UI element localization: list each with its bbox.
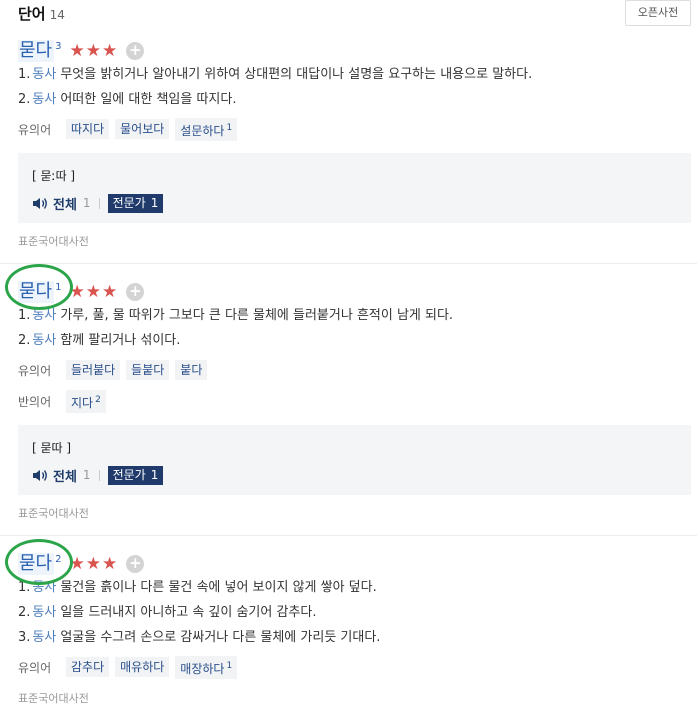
- antonym-link[interactable]: 지다 2: [66, 389, 106, 413]
- add-to-wordbook-button[interactable]: +: [126, 283, 145, 301]
- pronunciation-box: [ 묻따 ] 전체 1 전문가 1: [18, 425, 691, 495]
- synonym-link[interactable]: 매유하다: [115, 657, 170, 677]
- antonym-row: 반의어 지다 2: [18, 389, 112, 413]
- synonym-link[interactable]: 들러붙다: [66, 360, 121, 380]
- definition: 2. 동사 어떠한 일에 대한 책임을 따지다.: [18, 92, 237, 107]
- divider: [0, 263, 697, 264]
- synonym-row: 유의어 감추다 매유하다 매장하다 1: [18, 655, 243, 679]
- definition: 1. 동사 가루, 풀, 물 따위가 그보다 큰 다른 물체에 들러붙거나 흔적이 …: [18, 308, 454, 323]
- synonym-label: 유의어: [18, 660, 52, 675]
- synonym-label: 유의어: [18, 122, 52, 137]
- separator: [98, 197, 100, 209]
- synonym-link[interactable]: 붙다: [175, 360, 208, 380]
- importance-stars: ★★★: [69, 554, 119, 574]
- dictionary-source[interactable]: 표준국어대사전: [18, 233, 89, 249]
- add-to-wordbook-button[interactable]: +: [126, 555, 145, 573]
- divider: [0, 535, 697, 536]
- part-of-speech: 동사: [32, 630, 57, 645]
- add-to-wordbook-button[interactable]: +: [126, 42, 145, 60]
- dictionary-source[interactable]: 표준국어대사전: [18, 505, 89, 521]
- results-header: 단어 14 오픈사전: [0, 0, 697, 28]
- pronunciation-text: [ 묻ː따 ]: [32, 169, 76, 183]
- synonym-link[interactable]: 감추다: [66, 657, 110, 677]
- importance-stars: ★★★: [69, 41, 119, 61]
- part-of-speech: 동사: [32, 605, 57, 620]
- homonym-number: 3: [55, 41, 62, 52]
- speaker-icon[interactable]: [32, 469, 49, 482]
- pronunciation-controls: 전체 1 전문가 1: [32, 465, 164, 485]
- synonym-link[interactable]: 따지다: [66, 119, 110, 139]
- definition: 1. 동사 물건을 흙이나 다른 물건 속에 넣어 보이지 않게 쌓아 덮다.: [18, 580, 377, 595]
- pronunciation-text: [ 묻따 ]: [32, 441, 72, 455]
- expert-pronunciation-button[interactable]: 전문가 1: [107, 193, 164, 213]
- synonym-link[interactable]: 매장하다 1: [175, 655, 238, 679]
- definition: 3. 동사 얼굴을 수그려 손으로 감싸거나 다른 물체에 가리듯 기대다.: [18, 630, 381, 645]
- part-of-speech: 동사: [32, 333, 57, 348]
- part-of-speech: 동사: [32, 92, 57, 107]
- importance-stars: ★★★: [69, 282, 119, 302]
- definition: 2. 동사 일을 드러내지 아니하고 속 깊이 숨기어 감추다.: [18, 605, 317, 620]
- definition: 1. 동사 무엇을 밝히거나 알아내기 위하여 상대편의 대답이나 설명을 요구하는…: [18, 67, 533, 82]
- synonym-row: 유의어 따지다 물어보다 설문하다 1: [18, 117, 243, 141]
- synonym-row: 유의어 들러붙다 들붙다 붙다: [18, 359, 213, 381]
- part-of-speech: 동사: [32, 67, 57, 82]
- annotation-circle: [5, 539, 73, 585]
- result-count: 14: [49, 8, 65, 22]
- headword-link[interactable]: 묻다: [18, 40, 55, 62]
- synonym-label: 유의어: [18, 363, 52, 378]
- definition: 2. 동사 함께 팔리거나 섞이다.: [18, 333, 181, 348]
- synonym-link[interactable]: 들붙다: [126, 360, 170, 380]
- play-count: 1: [82, 196, 91, 210]
- open-dictionary-button[interactable]: 오픈사전: [625, 0, 691, 26]
- expert-pronunciation-button[interactable]: 전문가 1: [107, 465, 164, 485]
- play-all-button[interactable]: 전체: [53, 194, 77, 213]
- pronunciation-box: [ 묻ː따 ] 전체 1 전문가 1: [18, 153, 691, 223]
- speaker-icon[interactable]: [32, 197, 49, 210]
- separator: [98, 469, 100, 481]
- entry-1-headword-row: 묻다 3 ★★★ +: [18, 40, 145, 64]
- antonym-label: 반의어: [18, 394, 52, 409]
- section-title: 단어 14: [18, 5, 65, 23]
- dictionary-source[interactable]: 표준국어대사전: [18, 690, 89, 706]
- pronunciation-controls: 전체 1 전문가 1: [32, 193, 164, 213]
- play-all-button[interactable]: 전체: [53, 466, 77, 485]
- play-count: 1: [82, 468, 91, 482]
- synonym-link[interactable]: 물어보다: [115, 119, 170, 139]
- part-of-speech: 동사: [32, 308, 57, 323]
- synonym-link[interactable]: 설문하다 1: [175, 117, 238, 141]
- annotation-circle: [5, 264, 73, 310]
